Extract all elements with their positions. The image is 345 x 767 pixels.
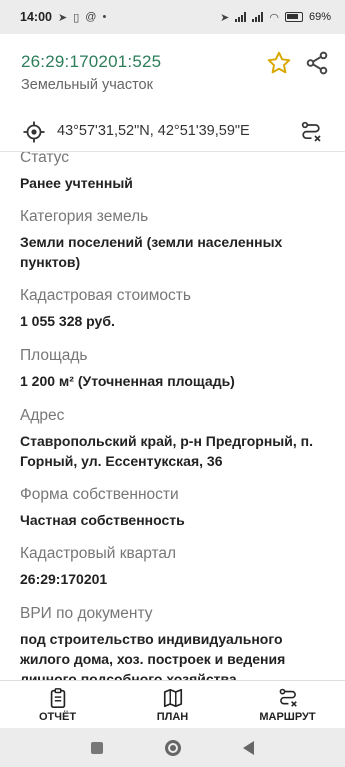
- share-icon[interactable]: [304, 50, 330, 76]
- field-ownership: Форма собственности Частная собственност…: [20, 485, 331, 530]
- field-address: Адрес Ставропольский край, р-н Предгорны…: [20, 406, 331, 471]
- field-cadastral-value: Кадастровая стоимость 1 055 328 руб.: [20, 286, 331, 331]
- field-value: 1 055 328 руб.: [20, 313, 115, 329]
- field-cadastral-quarter: Кадастровый квартал 26:29:170201: [20, 544, 331, 589]
- plan-button[interactable]: ПЛАН: [115, 681, 230, 728]
- signal-icon-2: [252, 12, 264, 22]
- route-icon: [279, 688, 297, 707]
- route-icon[interactable]: [299, 120, 323, 144]
- coordinates-text[interactable]: 43°57'31,52"N, 42°51'39,59"E: [57, 123, 250, 139]
- field-label: Категория земель: [20, 208, 149, 225]
- plan-label: ПЛАН: [156, 710, 189, 723]
- field-label: Кадастровая стоимость: [20, 287, 191, 304]
- at-icon: @: [85, 11, 97, 23]
- field-permitted-use: ВРИ по документу под строительство индив…: [20, 604, 331, 680]
- field-value: Частная собственность: [20, 512, 185, 528]
- object-header: 26:29:170201:525 Земельный участок: [0, 34, 345, 104]
- field-label: Адрес: [20, 407, 65, 424]
- star-icon[interactable]: [266, 50, 292, 76]
- field-area: Площадь 1 200 м² (Уточненная площадь): [20, 346, 331, 391]
- field-land-category: Категория земель Земли поселений (земли …: [20, 207, 331, 272]
- bottom-navigation: ОТЧЁТ ПЛАН МАРШРУТ: [0, 680, 345, 728]
- clock: 14:00: [20, 10, 52, 24]
- route-label: МАРШРУТ: [259, 710, 316, 723]
- field-value: Земли поселений (земли населенных пункто…: [20, 234, 283, 270]
- status-bar: 14:00 ➤ ▯ @ • ➤ ◠ 69%: [0, 0, 345, 34]
- notification-icon: ▯: [73, 11, 80, 24]
- field-value: 1 200 м² (Уточненная площадь): [20, 373, 235, 389]
- map-icon: [163, 688, 182, 707]
- field-label: Площадь: [20, 347, 88, 364]
- coordinates-row: 43°57'31,52"N, 42°51'39,59"E: [0, 112, 345, 152]
- field-label: ВРИ по документу: [20, 605, 153, 622]
- wifi-icon: ◠: [269, 11, 279, 24]
- battery-level: 69: [308, 11, 322, 23]
- battery-icon: [284, 12, 303, 22]
- field-value: 26:29:170201: [20, 571, 108, 587]
- clipboard-icon: [50, 687, 65, 708]
- signal-icon: [235, 12, 247, 22]
- send-icon: ➤: [57, 11, 68, 24]
- object-type: Земельный участок: [21, 77, 153, 93]
- location-icon: ➤: [220, 11, 230, 24]
- field-status: Статус Ранее учтенный: [20, 152, 331, 193]
- report-label: ОТЧЁТ: [38, 710, 77, 723]
- system-navigation: [0, 728, 345, 767]
- field-value: Ранее учтенный: [20, 175, 133, 191]
- route-button[interactable]: МАРШРУТ: [230, 681, 345, 728]
- field-label: Кадастровый квартал: [20, 545, 177, 562]
- back-icon[interactable]: [243, 740, 254, 755]
- object-details[interactable]: Статус Ранее учтенный Категория земель З…: [0, 152, 345, 680]
- field-value: Ставропольский край, р-н Предгорный, п. …: [20, 433, 313, 469]
- field-value: под строительство индивидуального жилого…: [20, 631, 286, 680]
- field-label: Форма собственности: [20, 486, 179, 503]
- report-button[interactable]: ОТЧЁТ: [0, 681, 115, 728]
- field-label: Статус: [20, 152, 69, 166]
- recents-icon[interactable]: [91, 741, 103, 754]
- dot-icon: •: [102, 11, 107, 23]
- home-icon[interactable]: [165, 739, 181, 756]
- location-target-icon[interactable]: [22, 120, 46, 144]
